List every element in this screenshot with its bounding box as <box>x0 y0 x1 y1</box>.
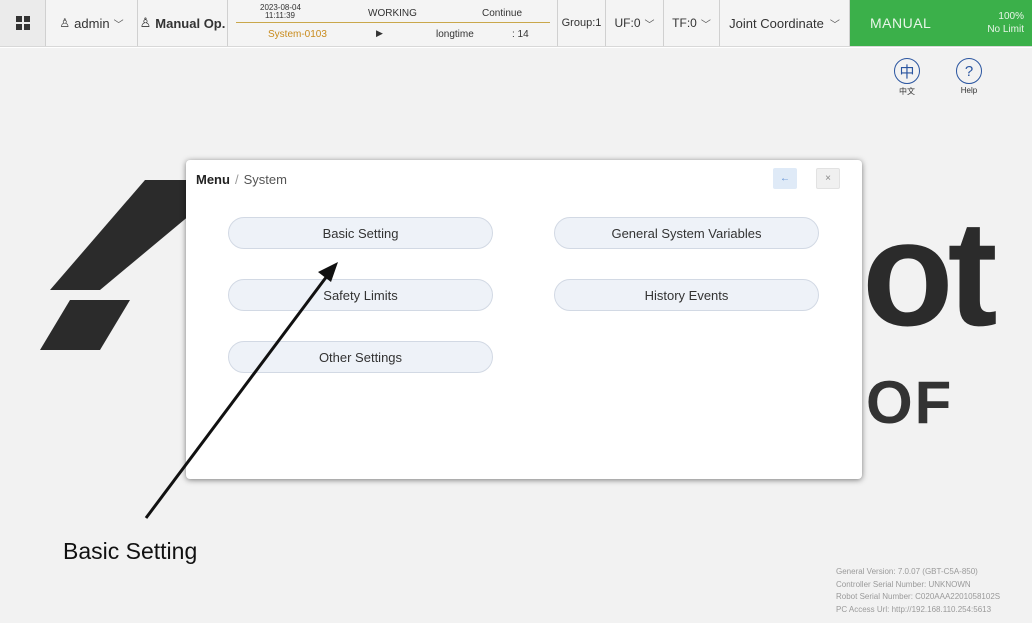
system-menu-dialog: Menu / System ← × Basic Setting General Sy… <box>186 160 862 479</box>
brand-logo-mark <box>40 180 190 350</box>
chevron-down-icon: ﹀ <box>700 19 711 31</box>
language-label: 中文 <box>899 87 915 96</box>
top-status-bar: ♙ admin ﹀ ♙ Manual Op. 2023-08-04 11:11:… <box>0 0 1032 47</box>
help-label: Help <box>960 86 978 95</box>
program-name: System-0103 <box>268 29 327 40</box>
user-icon: ♙ <box>59 16 71 30</box>
system-info: General Version: 7.0.07 (GBT-C5A-850) Co… <box>836 566 1000 616</box>
operation-mode[interactable]: ♙ Manual Op. <box>138 0 228 46</box>
controller-serial: Controller Serial Number: UNKNOWN <box>836 579 971 589</box>
history-events-label: History Events <box>644 287 729 303</box>
close-button[interactable]: × <box>816 168 840 189</box>
tf-label: TF:0 <box>672 16 697 30</box>
run-mode: longtime <box>436 29 474 40</box>
close-icon: × <box>825 173 831 184</box>
back-button[interactable]: ← <box>773 168 797 189</box>
manual-mode-panel[interactable]: MANUAL 100% No Limit <box>850 0 1032 46</box>
manual-label: MANUAL <box>870 15 932 31</box>
program-status-panel[interactable]: 2023-08-04 11:11:39 WORKING Continue Sys… <box>228 0 558 46</box>
time-text: 11:11:39 <box>265 11 295 20</box>
pc-access-url: PC Access Url: http://192.168.110.254:56… <box>836 604 992 614</box>
safety-limits-button[interactable]: Safety Limits <box>228 279 493 311</box>
grid-menu-icon <box>15 16 30 30</box>
brand-logo-text: ot <box>862 189 998 357</box>
brand-logo-subtext: OF <box>866 369 954 436</box>
operation-mode-label: Manual Op. <box>155 15 226 31</box>
chevron-down-icon: ﹀ <box>829 19 840 31</box>
other-settings-label: Other Settings <box>318 349 403 365</box>
user-name: admin <box>74 15 110 31</box>
general-version: General Version: 7.0.07 (GBT-C5A-850) <box>836 567 978 576</box>
basic-setting-label: Basic Setting <box>322 225 399 241</box>
safety-limits-label: Safety Limits <box>323 287 398 303</box>
continue-label: Continue <box>482 8 523 19</box>
speed-info: 100% No Limit <box>987 10 1024 36</box>
other-settings-button[interactable]: Other Settings <box>228 341 493 373</box>
user-dropdown[interactable]: ♙ admin ﹀ <box>46 0 138 46</box>
user-frame-dropdown[interactable]: UF:0 ﹀ <box>606 0 664 46</box>
general-system-variables-label: General System Variables <box>611 225 762 241</box>
help-button[interactable]: ? Help <box>952 58 986 95</box>
general-system-variables-button[interactable]: General System Variables <box>554 217 819 249</box>
chevron-down-icon: ﹀ <box>644 19 655 31</box>
breadcrumb: Menu / System <box>196 172 287 187</box>
limit-value: No Limit <box>987 24 1024 35</box>
play-icon: ▶ <box>376 28 383 38</box>
history-events-button[interactable]: History Events <box>554 279 819 311</box>
basic-setting-button[interactable]: Basic Setting <box>228 217 493 249</box>
coordinate-label: Joint Coordinate <box>729 15 824 31</box>
arrow-left-icon: ← <box>780 173 790 184</box>
line-number: : 14 <box>512 29 529 40</box>
language-icon: 中 <box>894 58 920 84</box>
breadcrumb-current: System <box>243 172 287 187</box>
group-label: Group:1 <box>561 17 602 29</box>
language-button[interactable]: 中 中文 <box>890 58 924 97</box>
speed-value: 100% <box>998 11 1024 22</box>
main-menu-button[interactable] <box>0 0 46 46</box>
breadcrumb-menu[interactable]: Menu <box>196 172 230 187</box>
status-divider <box>236 22 550 23</box>
annotation-label: Basic Setting <box>63 538 198 564</box>
run-state: WORKING <box>368 8 417 19</box>
robot-serial: Robot Serial Number: C020AAA2201058102S <box>836 592 1001 601</box>
operator-icon: ♙ <box>139 15 152 30</box>
coordinate-dropdown[interactable]: Joint Coordinate ﹀ <box>720 0 850 46</box>
tool-frame-dropdown[interactable]: TF:0 ﹀ <box>664 0 720 46</box>
help-icon: ? <box>956 58 982 84</box>
uf-label: UF:0 <box>614 16 641 30</box>
chevron-down-icon: ﹀ <box>113 19 124 31</box>
breadcrumb-separator: / <box>234 172 239 187</box>
group-selector[interactable]: Group:1 <box>558 0 606 46</box>
datetime: 2023-08-04 11:11:39 <box>260 4 301 20</box>
